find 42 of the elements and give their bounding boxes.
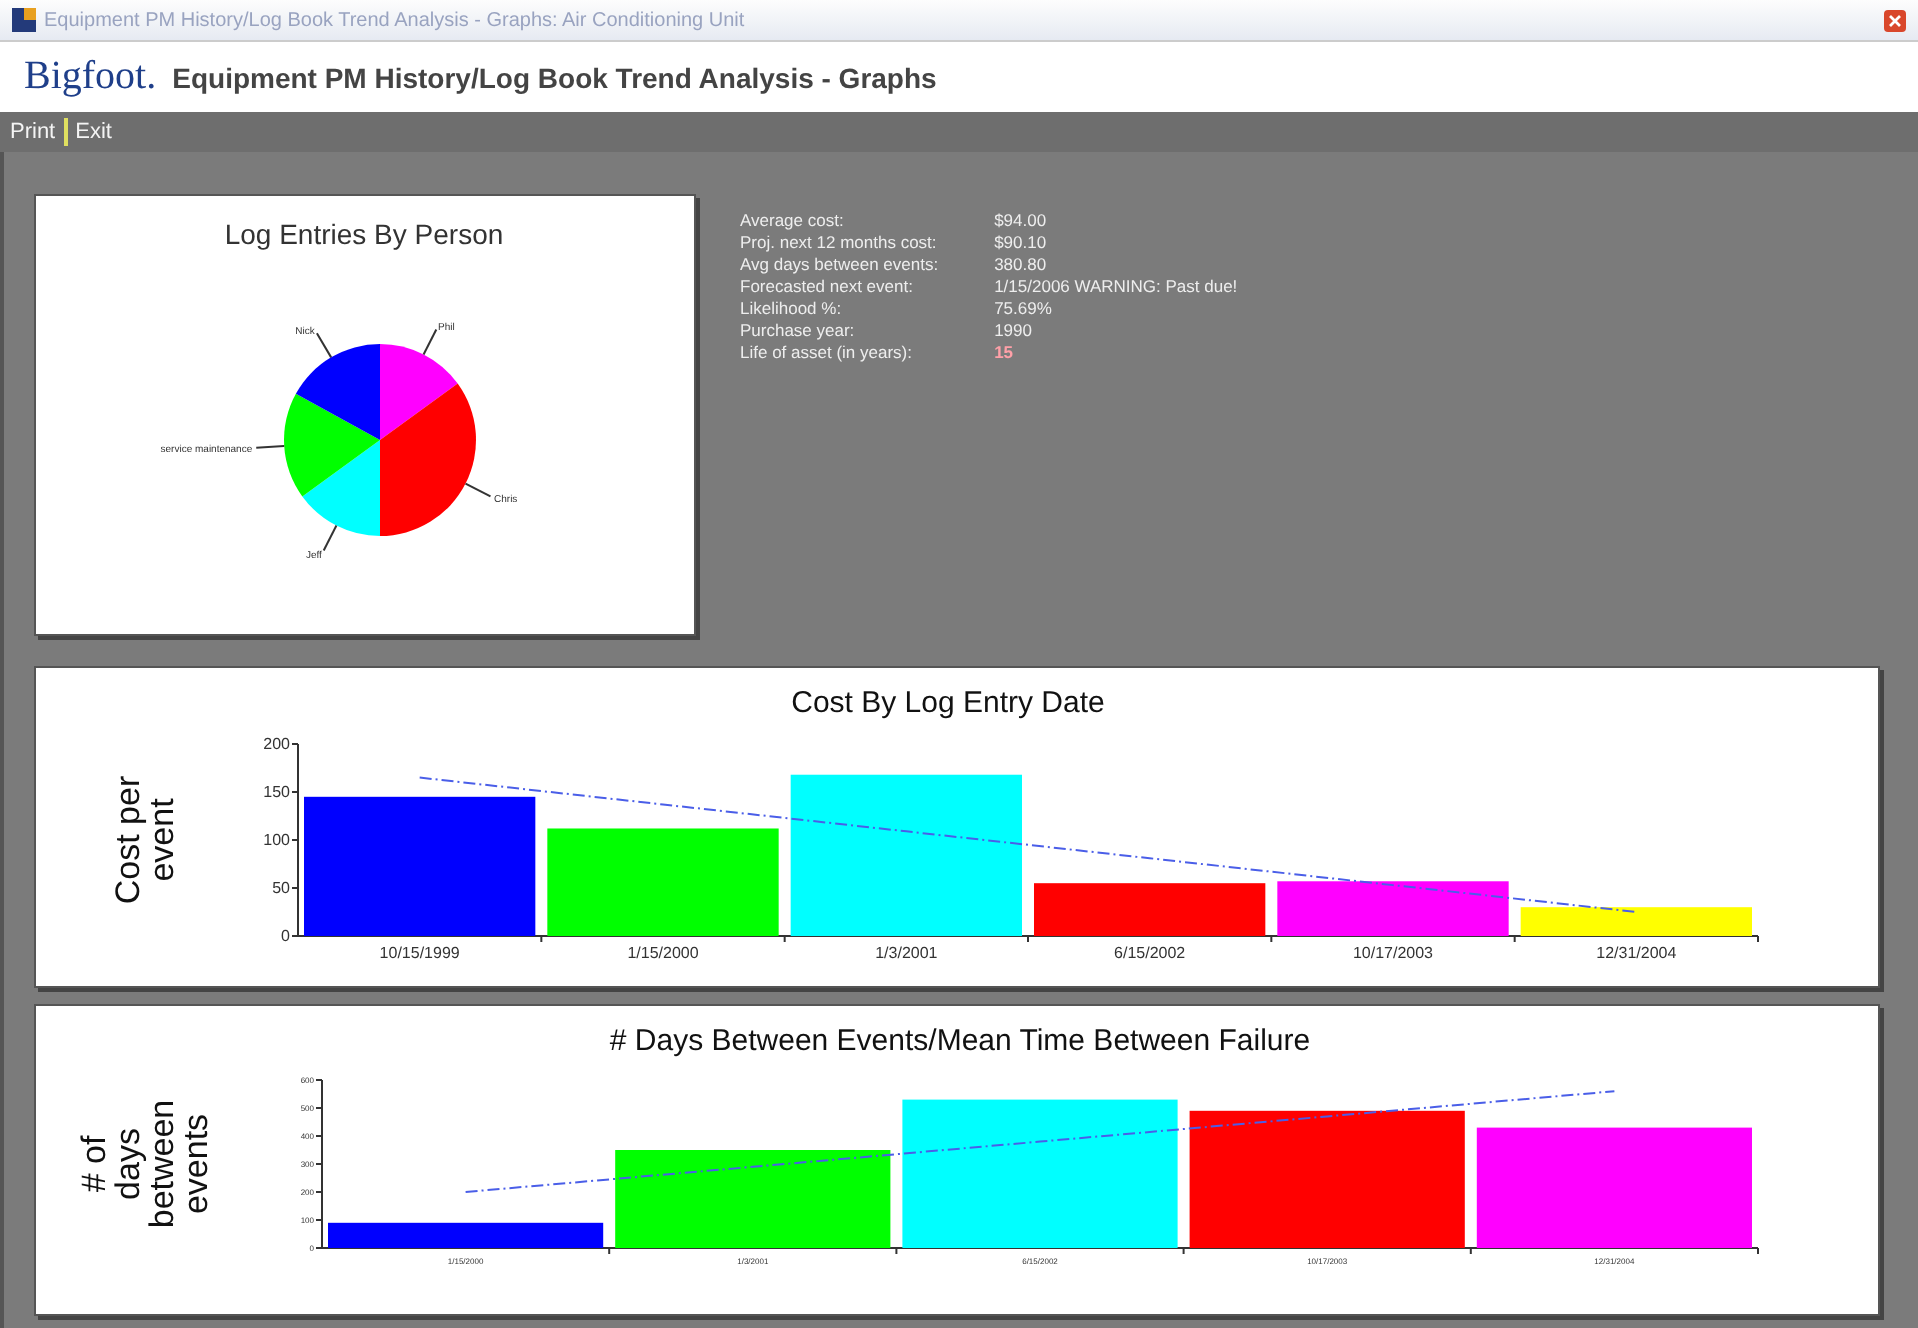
stat-label: Life of asset (in years): <box>740 342 914 362</box>
stat-value: $90.10 <box>994 232 1049 252</box>
logo: Bigfoot. <box>24 54 157 100</box>
page-title: Equipment PM History/Log Book Trend Analysis - Graphs <box>172 61 937 93</box>
stat-value: $94.00 <box>994 210 1049 230</box>
stat-label: Forecasted next event: <box>740 276 915 296</box>
leader-line <box>464 482 492 498</box>
stat-label: Average cost: <box>740 210 846 230</box>
window-title: Equipment PM History/Log Book Trend Analysis - Graphs: Air Conditioning Unit <box>44 9 745 31</box>
stat-value: 1990 <box>994 320 1034 340</box>
tick-label: 12/31/2004 <box>1596 944 1677 962</box>
close-icon[interactable] <box>1884 9 1906 31</box>
axis-title: # of days between events <box>75 1099 215 1229</box>
stat-label: Proj. next 12 months cost: <box>740 232 939 252</box>
tick-label: 50 <box>272 879 290 898</box>
axis-title: Cost per event <box>109 775 181 905</box>
leader-line <box>255 445 286 449</box>
tick-label: 200 <box>263 735 290 754</box>
leader-line <box>422 328 438 356</box>
stat-label: Avg days between events: <box>740 254 939 274</box>
chart-title: Log Entries By Person <box>224 218 504 250</box>
tick-label: 1/3/2001 <box>875 944 938 962</box>
tick-label: 10/17/2003 <box>1352 944 1434 962</box>
chart-title: Cost By Log Entry Date <box>791 686 1105 720</box>
stat-value: 380.80 <box>994 254 1049 274</box>
tick-label: 100 <box>263 831 290 850</box>
toolbar-link[interactable]: Print <box>10 120 56 144</box>
stat-label: Purchase year: <box>740 320 857 340</box>
chart-title: # Days Between Events/Mean Time Between Failure <box>609 1024 1311 1058</box>
stat-label: Likelihood %: <box>740 298 844 318</box>
leader-line <box>322 524 338 552</box>
tick-label: 0 <box>281 927 290 946</box>
app-icon <box>12 8 36 32</box>
stat-value: 1/15/2006 WARNING: Past due! <box>994 276 1238 296</box>
tick-label: 10/15/1999 <box>379 944 460 962</box>
toolbar-link[interactable]: Exit <box>75 120 112 144</box>
tick-label: 1/15/2000 <box>627 944 699 962</box>
stat-value: 15 <box>994 342 1016 362</box>
leader-line <box>315 332 333 359</box>
tick-label: 6/15/2002 <box>1114 944 1186 962</box>
tick-label: 150 <box>263 783 290 802</box>
stat-value: 75.69% <box>994 298 1054 318</box>
